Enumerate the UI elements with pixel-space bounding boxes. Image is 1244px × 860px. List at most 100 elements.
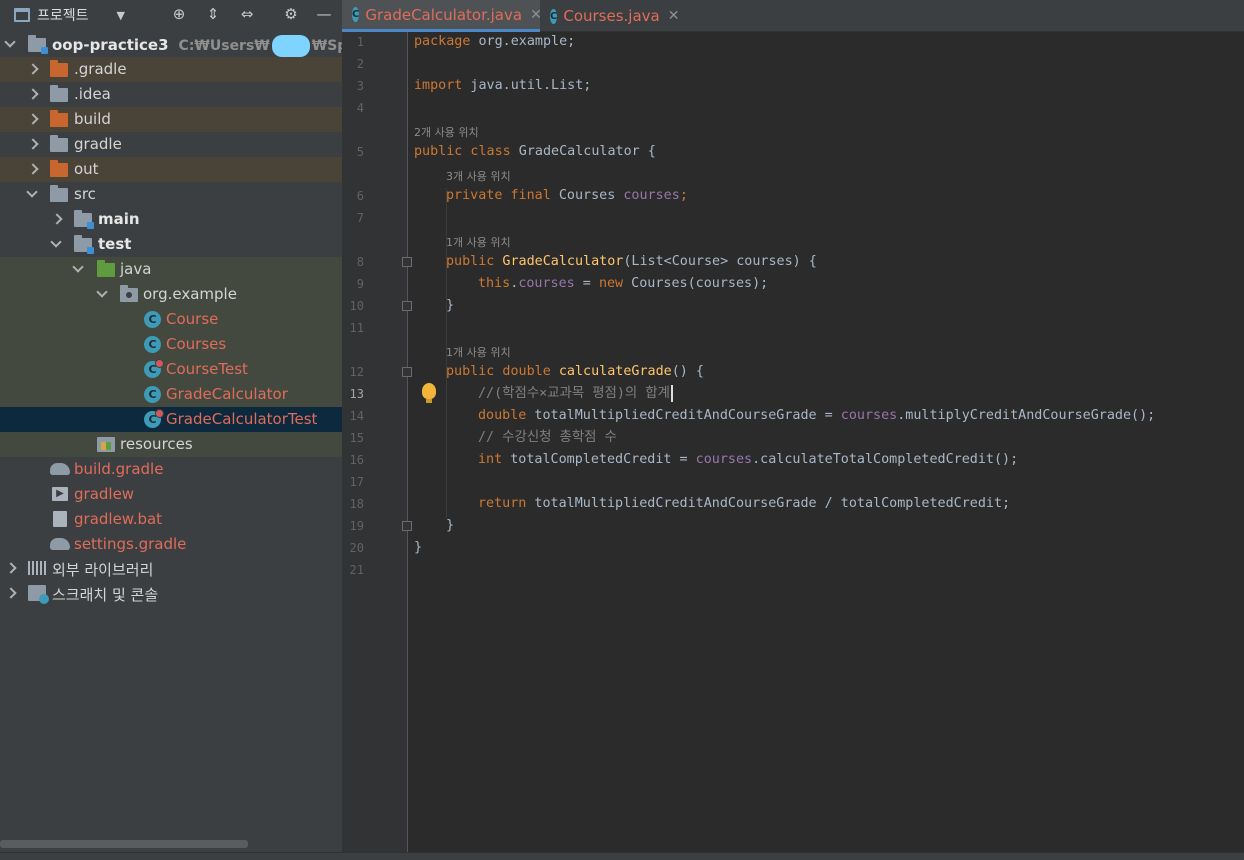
tree-item-grade-calculator-test[interactable]: C GradeCalculatorTest [0,407,342,432]
code-line-19[interactable]: } [446,515,454,537]
code-editor: C GradeCalculator.java ✕ C Courses.java … [342,0,1244,860]
tree-item-gradlew[interactable]: ▶ gradlew [0,482,342,507]
tree-item-course-test[interactable]: C CourseTest [0,357,342,382]
tree-item-idea[interactable]: .idea [0,82,342,107]
code-line-16[interactable]: int totalCompletedCredit = courses.calcu… [478,449,1018,471]
code-line-14[interactable]: double totalMultipliedCreditAndCourseGra… [478,405,1155,427]
chevron-right-icon[interactable] [50,213,62,225]
fold-marker[interactable] [402,521,412,531]
module-folder-icon [28,35,48,54]
code-line-3[interactable]: import java.util.List; [414,75,591,97]
chevron-right-icon[interactable] [4,562,16,574]
code-line-5[interactable]: public class GradeCalculator { [414,141,656,163]
folder-icon [50,160,68,177]
code-line-13[interactable]: //(학점수×교과목 평점)의 합계 [478,383,673,405]
fold-marker[interactable] [402,367,412,377]
code-line-9[interactable]: this.courses = new Courses(courses); [478,273,768,295]
tree-item-main[interactable]: main [0,207,342,232]
tree-item-scratches[interactable]: 스크래치 및 콘솔 [0,581,342,606]
chevron-down-icon[interactable] [96,288,108,300]
tree-item-label: build.gradle [74,460,164,478]
tree-item-gradle[interactable]: gradle [0,132,342,157]
tree-item-test[interactable]: test [0,232,342,257]
tree-item-label: 스크래치 및 콘솔 [52,586,159,604]
code-line-15[interactable]: // 수강신청 총학점 수 [478,427,617,449]
tree-item-resources[interactable]: resources [0,432,342,457]
line-number: 4 [356,101,364,115]
code-line-12[interactable]: public double calculateGrade() { [446,361,704,383]
fold-marker[interactable] [402,257,412,267]
usage-hint[interactable]: 1개 사용 위치 [446,234,511,250]
tree-item-root[interactable]: oop-practice3 C:₩Users₩₩Spring_stu [0,32,342,57]
tree-item-build[interactable]: build [0,107,342,132]
class-icon: C [550,8,558,24]
code-line-20[interactable]: } [414,537,422,559]
tree-item-label: resources [120,435,193,453]
chevron-down-icon[interactable] [50,238,62,250]
line-number: 18 [349,497,364,511]
chevron-right-icon[interactable] [26,63,38,75]
tab-courses[interactable]: C Courses.java ✕ [540,0,680,32]
usage-hint[interactable]: 1개 사용 위치 [446,344,511,360]
chevron-right-icon[interactable] [26,138,38,150]
tree-item-label: gradlew.bat [74,510,163,528]
expand-all-icon[interactable]: ⇕ [202,4,224,24]
lightbulb-icon[interactable] [422,383,436,403]
code-line-10[interactable]: } [446,295,454,317]
fold-marker[interactable] [402,301,412,311]
chevron-down-icon[interactable]: ▼ [117,9,125,22]
class-icon: C [144,386,161,403]
tree-item-external-libraries[interactable]: 외부 라이브러리 [0,556,342,581]
code-line-8[interactable]: public GradeCalculator(List<Course> cour… [446,251,817,273]
tree-item-label: .idea [74,85,111,103]
project-view-selector[interactable]: 프로젝트 ▼ [14,5,125,25]
code-line-6[interactable]: private final Courses courses; [446,185,688,207]
tree-item-out[interactable]: out [0,157,342,182]
tree-item-settings-gradle[interactable]: settings.gradle [0,532,342,557]
close-icon[interactable]: ✕ [668,8,680,24]
chevron-down-icon[interactable] [72,263,84,275]
project-name: oop-practice3 [52,36,169,54]
tree-item-java[interactable]: java [0,257,342,282]
hide-panel-icon[interactable]: — [313,4,335,24]
chevron-down-icon[interactable] [26,188,38,200]
project-panel-toolbar: 프로젝트 ▼ ⊕ ⇕ ⇔ ⚙ — [0,0,342,28]
chevron-down-icon[interactable] [4,38,16,50]
tree-item-label: java [120,260,152,278]
horizontal-scrollbar[interactable] [0,840,248,848]
class-icon: C [352,7,360,22]
tree-item-label: gradle [74,135,122,153]
tab-label: GradeCalculator.java [365,5,523,24]
chevron-right-icon[interactable] [4,587,16,599]
chevron-right-icon[interactable] [26,113,38,125]
tab-grade-calculator[interactable]: C GradeCalculator.java ✕ [342,0,542,32]
code-line-1[interactable]: package org.example; [414,31,575,53]
line-number: 19 [349,519,364,533]
usage-hint[interactable]: 3개 사용 위치 [446,168,511,184]
tree-item-label: settings.gradle [74,535,187,553]
text-file-icon [53,511,67,527]
source-folder-icon [74,235,94,254]
tree-item-course[interactable]: C Course [0,307,342,332]
locate-icon[interactable]: ⊕ [168,4,190,24]
chevron-right-icon[interactable] [26,163,38,175]
tree-item-build-gradle[interactable]: build.gradle [0,457,342,482]
code-line-18[interactable]: return totalMultipliedCreditAndCourseGra… [478,493,1010,515]
tree-item-grade-calculator[interactable]: C GradeCalculator [0,382,342,407]
line-number: 2 [356,57,364,71]
project-path: C:₩Users₩₩Spring_stu [179,35,342,57]
gear-icon[interactable]: ⚙ [280,4,302,24]
tree-item-label: 외부 라이브러리 [52,561,154,579]
chevron-right-icon[interactable] [26,88,38,100]
test-folder-icon [97,260,115,277]
collapse-all-icon[interactable]: ⇔ [236,4,258,24]
terminal-icon: ▶ [52,487,68,501]
tree-item-org-example[interactable]: org.example [0,282,342,307]
tree-item-gradle-dir[interactable]: .gradle [0,57,342,82]
tree-item-gradlew-bat[interactable]: gradlew.bat [0,507,342,532]
project-panel-title: 프로젝트 [37,8,89,24]
usage-hint[interactable]: 2개 사용 위치 [414,124,479,140]
tree-item-src[interactable]: src [0,182,342,207]
tree-item-courses[interactable]: C Courses [0,332,342,357]
line-number: 14 [349,409,364,423]
